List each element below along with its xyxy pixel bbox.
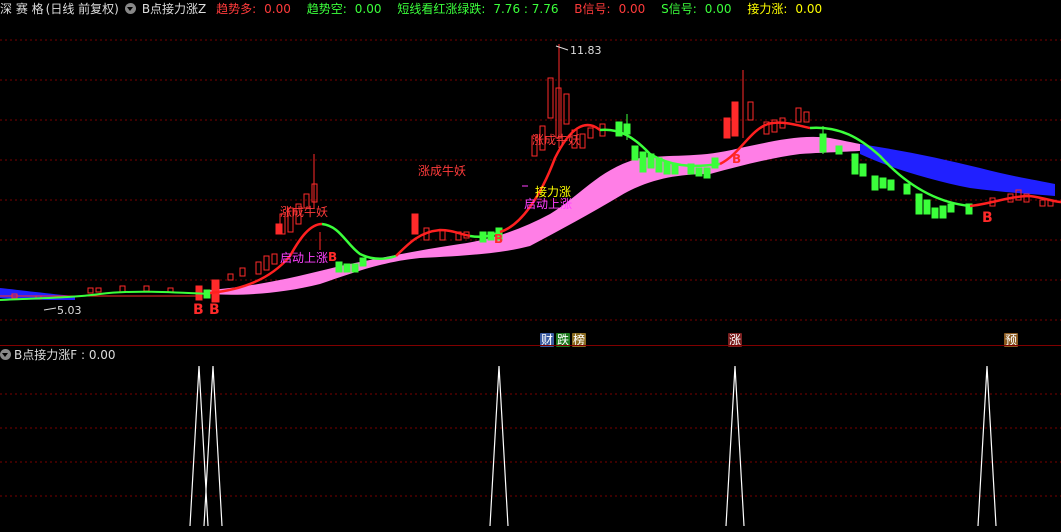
bottom-strip [0, 526, 1061, 532]
field-relay-up: 接力涨: 0.00 [747, 2, 823, 16]
b-marker-2: B [209, 302, 220, 318]
chevron-down-icon[interactable] [0, 349, 11, 360]
b-marker-6: B [982, 210, 993, 226]
annotation-qidong-1: 启动上涨 [280, 250, 328, 265]
indicator-name[interactable]: B点接力涨Z [142, 2, 206, 16]
stock-name[interactable]: 深 赛 格 [0, 2, 44, 16]
indicator-subchart[interactable] [0, 364, 1061, 528]
annotation-zhangcheng-1: 涨成牛妖 [280, 204, 328, 219]
sub-grid-lines [0, 393, 1061, 497]
b-marker-5: B [732, 152, 741, 166]
b-marker-4: B [494, 232, 503, 246]
grid-lines [0, 39, 1061, 321]
annotation-jielizhang: 接力涨 [535, 184, 571, 199]
price-low-marker: 5.03 [43, 304, 82, 317]
price-low-label: 5.03 [57, 304, 82, 317]
candlestick-chart[interactable]: 11.83 5.03 涨成牛妖 涨成牛妖 涨成牛妖 启动上涨 启动上涨 接力涨 … [0, 18, 1061, 344]
chevron-down-icon[interactable] [124, 3, 136, 14]
panel-separator[interactable] [0, 345, 1061, 346]
sub-panel-title[interactable]: B点接力涨F [14, 348, 77, 362]
wicks [313, 44, 744, 250]
sub-panel-value: : 0.00 [80, 348, 116, 362]
candles [11, 77, 1054, 303]
price-high-label: 11.83 [570, 44, 602, 57]
b-marker-3: B [328, 250, 337, 264]
chart-header: 深 赛 格 (日线 前复权) B点接力涨Z 趋势多: 0.00 趋势空: 0.00 短线… [0, 0, 1061, 18]
sub-panel-header: B点接力涨F : 0.00 [0, 347, 116, 363]
annotation-zhangcheng-2: 涨成牛妖 [418, 163, 466, 178]
price-high-marker: 11.83 [555, 44, 602, 57]
field-s-signal: S信号: 0.00 [661, 2, 732, 16]
field-trend-long: 趋势多: 0.00 [216, 2, 291, 16]
field-short-term: 短线看红涨绿跌: 7.76 : 7.76 [397, 2, 559, 16]
spikes [189, 365, 997, 527]
annotation-zhangcheng-3: 涨成牛妖 [532, 132, 580, 147]
b-marker-1: B [193, 302, 204, 318]
field-b-signal: B信号: 0.00 [574, 2, 646, 16]
period-label[interactable]: (日线 前复权) [46, 2, 119, 16]
field-trend-short: 趋势空: 0.00 [306, 2, 382, 16]
ma-line-red-5 [969, 194, 1061, 208]
